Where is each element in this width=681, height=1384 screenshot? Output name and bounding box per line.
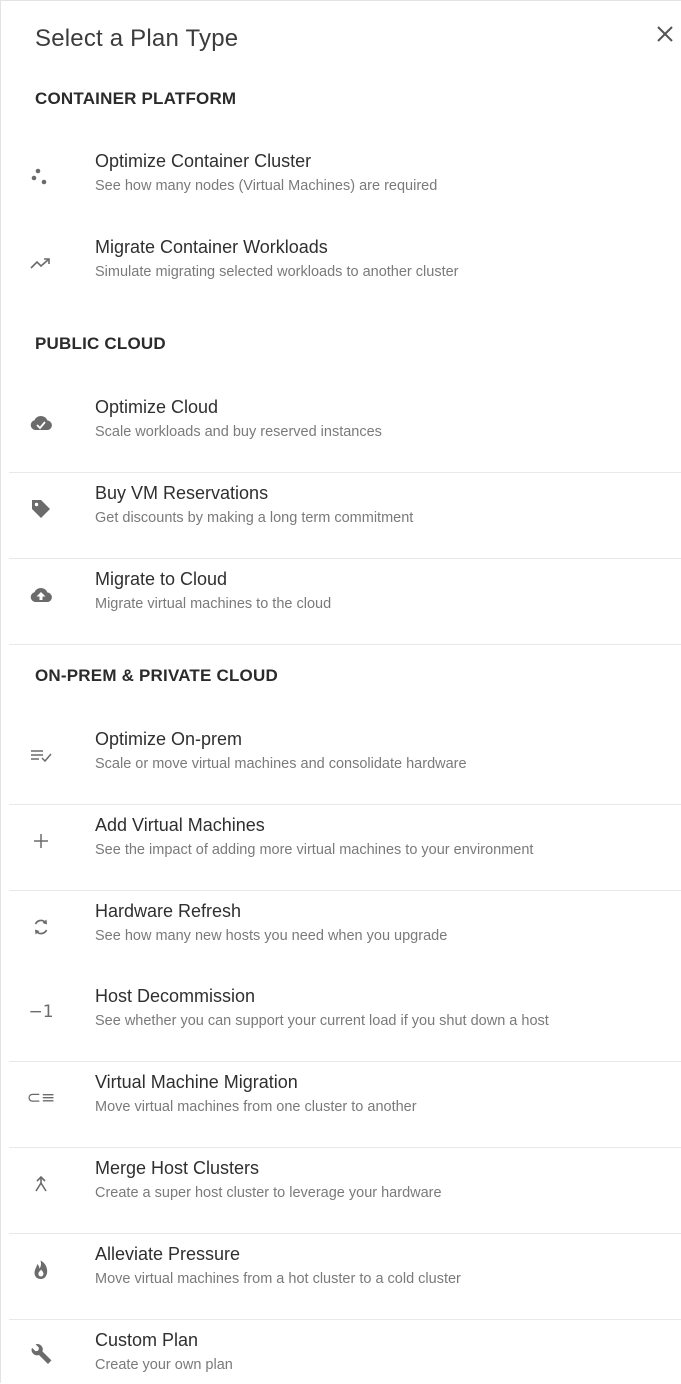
plan-item-description: Simulate migrating selected workloads to… <box>95 264 459 280</box>
dialog-title: Select a Plan Type <box>35 25 239 52</box>
plan-item-virtual-machine-migration[interactable]: ⊂≡ Virtual Machine Migration Move virtua… <box>9 1062 681 1148</box>
list-check-icon <box>27 741 55 769</box>
plan-item-description: Move virtual machines from a hot cluster… <box>95 1271 461 1287</box>
plan-item-description: Get discounts by making a long term comm… <box>95 510 414 526</box>
plan-item-name: Host Decommission <box>95 986 256 1006</box>
plan-item-description: See how many new hosts you need when you… <box>95 928 448 944</box>
plan-item-host-decommission[interactable]: −1 Host Decommission See whether you can… <box>9 976 681 1062</box>
plan-item-description: Scale or move virtual machines and conso… <box>95 756 467 772</box>
plan-item-name: Hardware Refresh <box>95 901 242 921</box>
plan-item-merge-host-clusters[interactable]: Merge Host Clusters Create a super host … <box>9 1148 681 1234</box>
cloud-upload-icon <box>27 581 55 609</box>
plan-item-name: Merge Host Clusters <box>95 1158 260 1178</box>
plan-item-description: Move virtual machines from one cluster t… <box>95 1099 417 1115</box>
plan-item-migrate-to-cloud[interactable]: Migrate to Cloud Migrate virtual machine… <box>9 559 681 645</box>
plan-item-description: Scale workloads and buy reserved instanc… <box>95 424 382 440</box>
plan-item-optimize-cloud[interactable]: Optimize Cloud Scale workloads and buy r… <box>9 387 681 473</box>
plan-item-name: Optimize Cloud <box>95 397 219 417</box>
flame-icon <box>27 1256 55 1284</box>
minus-one-icon: −1 <box>28 1002 54 1022</box>
plan-item-custom-plan[interactable]: Custom Plan Create your own plan <box>9 1320 681 1384</box>
plan-type-dialog: Select a Plan Type CONTAINER PLATFORM Op… <box>0 0 681 1383</box>
plan-item-name: Optimize Container Cluster <box>95 151 312 171</box>
plan-item-name: Custom Plan <box>95 1330 199 1350</box>
plan-item-optimize-container-cluster[interactable]: Optimize Container Cluster See how many … <box>9 141 681 227</box>
dialog-header: Select a Plan Type <box>1 1 681 77</box>
plan-item-hardware-refresh[interactable]: Hardware Refresh See how many new hosts … <box>9 891 681 977</box>
plan-item-description: See how many nodes (Virtual Machines) ar… <box>95 178 438 194</box>
nodes-dots-icon <box>27 163 55 191</box>
plan-item-name: Virtual Machine Migration <box>95 1072 298 1092</box>
plan-item-name: Migrate Container Workloads <box>95 237 328 257</box>
trend-arrow-icon <box>27 249 55 277</box>
plan-item-optimize-on-prem[interactable]: Optimize On-prem Scale or move virtual m… <box>9 719 681 805</box>
section-heading-container-platform: CONTAINER PLATFORM <box>35 89 237 108</box>
tag-icon <box>27 495 55 523</box>
plan-item-name: Add Virtual Machines <box>95 815 265 835</box>
merge-icon <box>27 1170 55 1198</box>
section-heading-on-prem-private-cloud: ON-PREM & PRIVATE CLOUD <box>35 666 278 685</box>
plan-item-description: Create a super host cluster to leverage … <box>95 1185 442 1201</box>
section-heading-public-cloud: PUBLIC CLOUD <box>35 334 166 353</box>
plan-item-description: Create your own plan <box>95 1357 233 1373</box>
cloud-check-icon <box>27 409 55 437</box>
plan-item-alleviate-pressure[interactable]: Alleviate Pressure Move virtual machines… <box>9 1234 681 1320</box>
plan-item-name: Migrate to Cloud <box>95 569 228 589</box>
plan-item-add-virtual-machines[interactable]: Add Virtual Machines See the impact of a… <box>9 805 681 891</box>
plan-item-migrate-container-workloads[interactable]: Migrate Container Workloads Simulate mig… <box>9 227 681 313</box>
plan-item-name: Optimize On-prem <box>95 729 243 749</box>
plan-item-buy-vm-reservations[interactable]: Buy VM Reservations Get discounts by mak… <box>9 473 681 559</box>
plan-item-name: Alleviate Pressure <box>95 1244 241 1264</box>
migrate-list-icon: ⊂≡ <box>26 1088 56 1108</box>
close-icon[interactable] <box>652 21 678 47</box>
refresh-icon <box>27 913 55 941</box>
plan-item-description: See whether you can support your current… <box>95 1013 549 1029</box>
plan-item-name: Buy VM Reservations <box>95 483 269 503</box>
wrench-icon <box>27 1342 55 1370</box>
plan-item-description: Migrate virtual machines to the cloud <box>95 596 332 612</box>
plus-icon <box>27 827 55 855</box>
plan-item-description: See the impact of adding more virtual ma… <box>95 842 534 858</box>
